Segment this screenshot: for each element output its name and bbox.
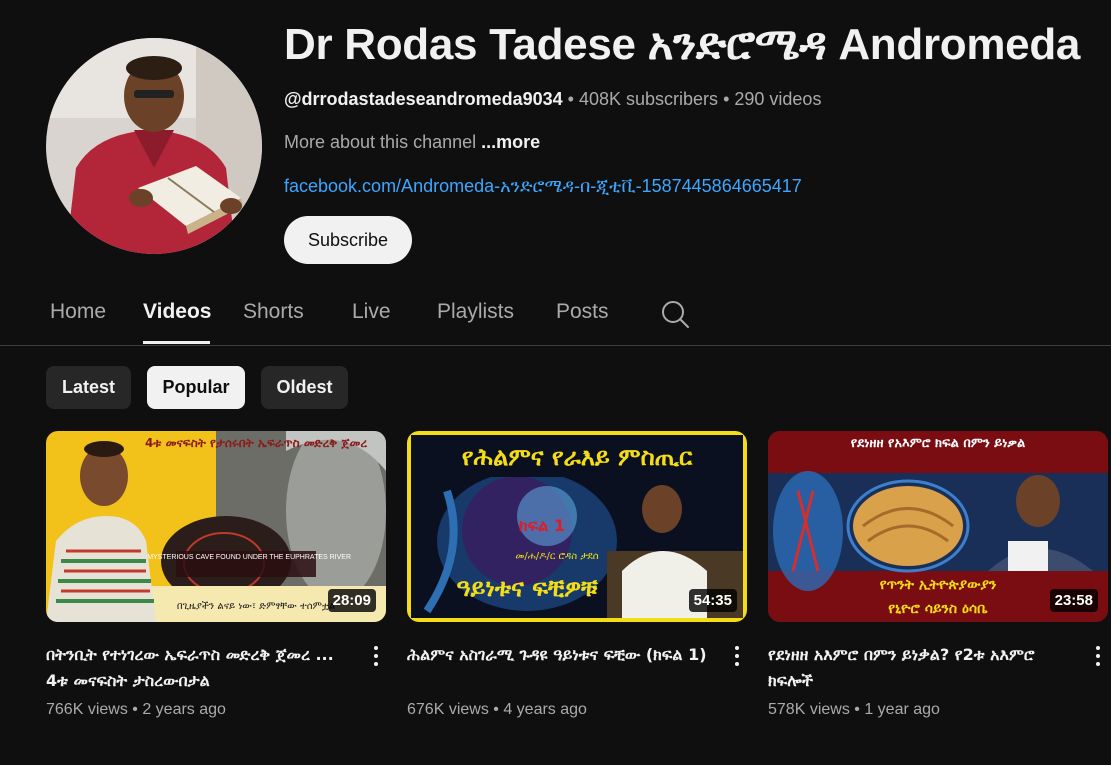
video-meta: 578K views • 1 year ago (768, 701, 940, 718)
thumb-bottom-text-2: የኒዮሮ ሳይንስ ዕሳቤ (888, 601, 988, 617)
more-link[interactable]: ...more (481, 132, 540, 152)
thumb-cave-text: A MYSTERIOUS CAVE FOUND UNDER THE EUPHRA… (141, 554, 351, 561)
channel-handle: @drrodastadeseandromeda9034 (284, 89, 563, 109)
filter-popular[interactable]: Popular (147, 366, 245, 409)
video-meta: 676K views • 4 years ago (407, 701, 587, 718)
video-thumbnail[interactable]: የደነዘዘ የአእምሮ ክፍል በምን ይነቃል የጥንት ኢትዮጵያውያን የ… (768, 431, 1108, 622)
video-count: 290 videos (734, 89, 822, 109)
tab-playlists[interactable]: Playlists (437, 300, 514, 324)
video-thumbnail[interactable]: የሕልምና የራእይ ምስጢር ክፍል 1 መ/ሐ/ዶ/ር ሮዳስ ታደሰ ዓይ… (407, 431, 747, 622)
thumb-top-text: 4ቱ መናፍስት የታሰሩበት ኤፍራጥስ መድረቅ ጀመረ (145, 436, 367, 450)
video-card[interactable]: የደነዘዘ የአእምሮ ክፍል በምን ይነቃል የጥንት ኢትዮጵያውያን የ… (768, 431, 1108, 718)
tab-shorts[interactable]: Shorts (243, 300, 304, 324)
more-actions-icon[interactable] (1090, 644, 1106, 670)
view-count: 578K views (768, 701, 850, 718)
channel-about[interactable]: More about this channel ...more (284, 132, 540, 153)
upload-age: 2 years ago (142, 701, 226, 718)
thumb-bottom-text: በጊዜያችን ልናይ ነው፣ ድምፃቸው ተሰምቷል (177, 601, 335, 612)
more-actions-icon[interactable] (729, 644, 745, 670)
meta-separator: • (562, 89, 579, 109)
meta-separator: • (718, 89, 735, 109)
upload-age: 4 years ago (503, 701, 587, 718)
thumb-top-text: የሕልምና የራእይ ምስጢር (462, 443, 693, 471)
thumb-bottom-text-1: የጥንት ኢትዮጵያውያን (880, 577, 997, 593)
video-duration: 54:35 (688, 589, 737, 612)
video-card[interactable]: A MYSTERIOUS CAVE FOUND UNDER THE EUPHRA… (46, 431, 386, 718)
view-count: 766K views (46, 701, 128, 718)
thumb-author-text: መ/ሐ/ዶ/ር ሮዳስ ታደሰ (515, 551, 598, 562)
thumb-part-text: ክፍል 1 (519, 516, 565, 535)
channel-name: Dr Rodas Tadese አንድሮሜዳ Andromeda (284, 20, 1081, 69)
thumb-bottom-text: ዓይነቱና ፍቺዎቹ (456, 574, 599, 602)
subscribe-button[interactable]: Subscribe (284, 216, 412, 264)
video-card[interactable]: የሕልምና የራእይ ምስጢር ክፍል 1 መ/ሐ/ዶ/ር ሮዳስ ታደሰ ዓይ… (407, 431, 747, 718)
video-duration: 23:58 (1049, 589, 1098, 612)
upload-age: 1 year ago (864, 701, 940, 718)
video-thumbnail[interactable]: A MYSTERIOUS CAVE FOUND UNDER THE EUPHRA… (46, 431, 386, 622)
video-meta: 766K views • 2 years ago (46, 701, 226, 718)
channel-meta: @drrodastadeseandromeda9034 • 408K subsc… (284, 89, 821, 110)
channel-external-link[interactable]: facebook.com/Andromeda-አንድሮሜዳ-በ-ጂቲቪ-1587… (284, 176, 802, 197)
active-tab-indicator (143, 341, 210, 344)
tab-live[interactable]: Live (352, 300, 391, 324)
about-text: More about this channel (284, 132, 477, 152)
filter-latest[interactable]: Latest (46, 366, 131, 409)
video-title[interactable]: በትንቢት የተነገረው ኤፍራጥስ መድረቅ ጀመረ ... 4ቱ መናፍስት… (46, 642, 346, 694)
avatar-image (46, 38, 262, 254)
video-duration: 28:09 (327, 589, 376, 612)
video-title[interactable]: የደነዘዘ አእምሮ በምን ይነቃል? የ2ቱ አእምሮ ክፍሎች (768, 642, 1068, 694)
channel-tabs: Home Videos Shorts Live Playlists Posts (0, 290, 1111, 346)
view-count: 676K views (407, 701, 489, 718)
search-icon[interactable] (660, 299, 690, 329)
thumb-top-text: የደነዘዘ የአእምሮ ክፍል በምን ይነቃል (851, 435, 1025, 451)
tab-posts[interactable]: Posts (556, 300, 609, 324)
channel-avatar[interactable] (46, 38, 262, 254)
subscriber-count: 408K subscribers (578, 89, 719, 109)
more-actions-icon[interactable] (368, 644, 384, 670)
tab-home[interactable]: Home (50, 300, 106, 324)
video-title[interactable]: ሕልምና አስገራሚ ጉዳዩ ዓይነቱና ፍቺው (ክፍል 1) (407, 642, 707, 668)
filter-oldest[interactable]: Oldest (261, 366, 348, 409)
tab-videos[interactable]: Videos (143, 300, 211, 324)
